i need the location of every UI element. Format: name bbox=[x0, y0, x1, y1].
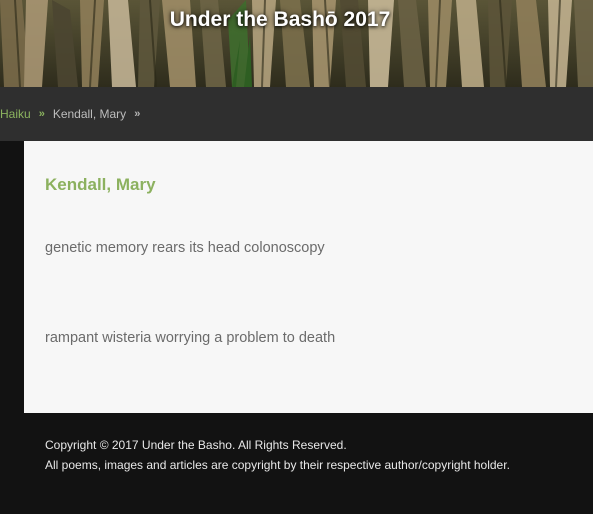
site-title[interactable]: Under the Bashō 2017 bbox=[0, 7, 560, 33]
site-header: Under the Bashō 2017 bbox=[0, 0, 593, 87]
breadcrumb-bar: Haiku » Kendall, Mary » bbox=[0, 87, 593, 141]
main-content: Kendall, Mary genetic memory rears its h… bbox=[24, 141, 593, 413]
site-footer: Copyright © 2017 Under the Basho. All Ri… bbox=[45, 435, 510, 475]
breadcrumb-current: Kendall, Mary bbox=[52, 107, 127, 121]
breadcrumb: Haiku » Kendall, Mary » bbox=[0, 87, 148, 141]
breadcrumb-separator-icon: » bbox=[38, 108, 45, 120]
poem-text: rampant wisteria worrying a problem to d… bbox=[45, 330, 336, 346]
breadcrumb-link-haiku[interactable]: Haiku bbox=[0, 107, 31, 121]
page-title: Kendall, Mary bbox=[45, 175, 156, 194]
breadcrumb-separator-icon: » bbox=[134, 108, 140, 120]
copyright-text: Copyright © 2017 Under the Basho. All Ri… bbox=[45, 438, 347, 452]
copyright-notice: All poems, images and articles are copyr… bbox=[45, 458, 510, 472]
poem-text: genetic memory rears its head colonoscop… bbox=[45, 240, 325, 256]
